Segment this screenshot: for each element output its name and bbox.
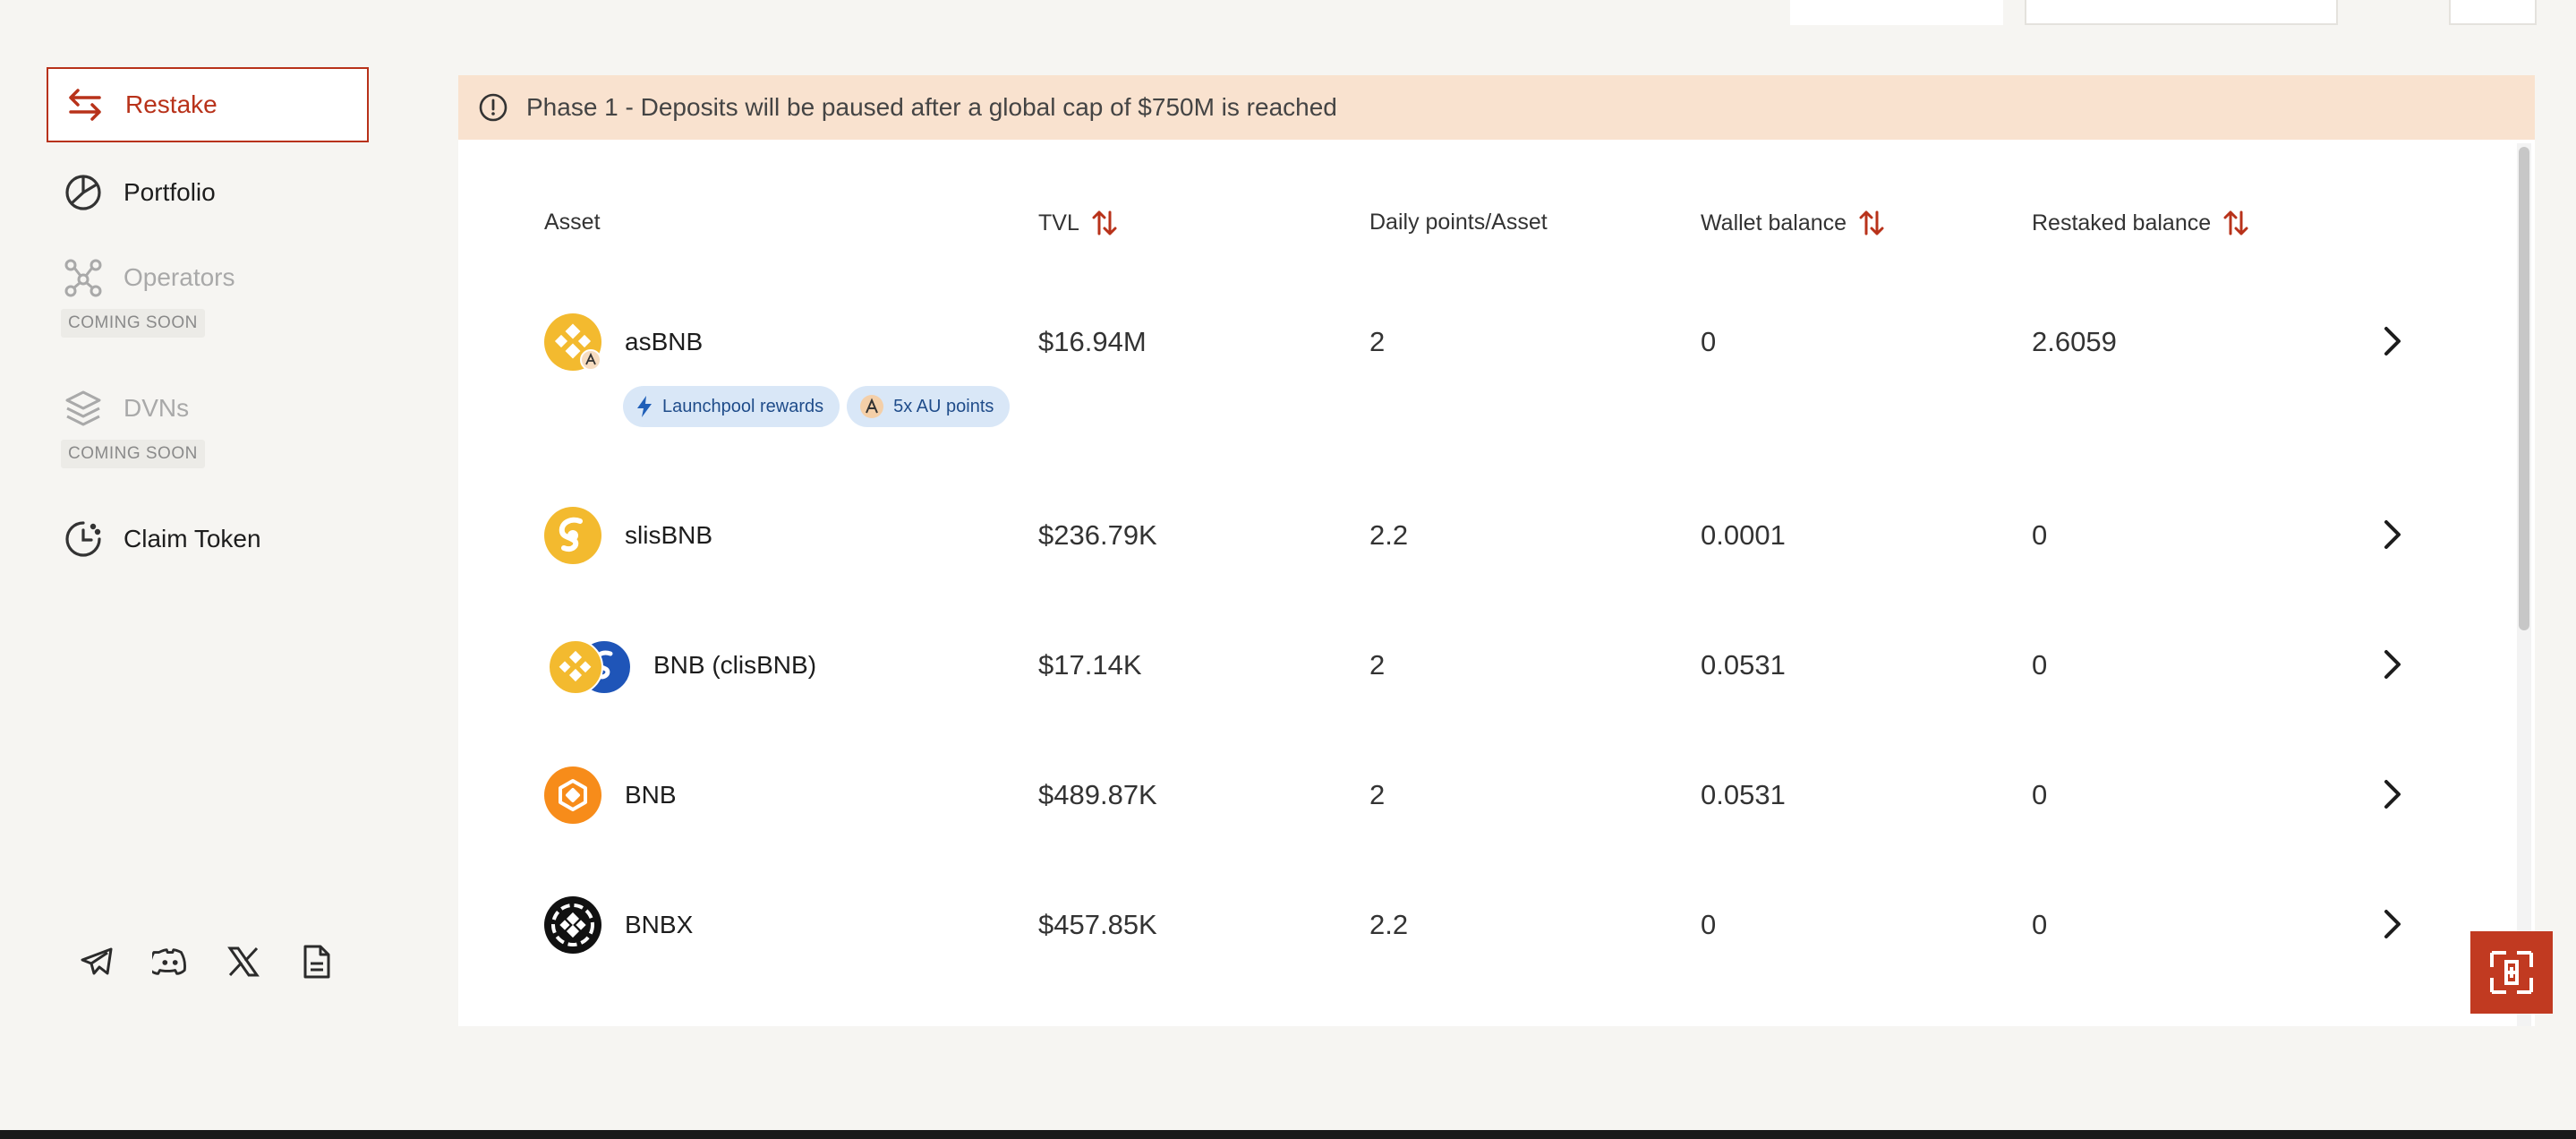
lightning-icon bbox=[637, 396, 652, 417]
table-row[interactable]: BNBX $457.85K 2.2 0 0 bbox=[458, 894, 2535, 956]
bnbx-token-icon bbox=[544, 896, 601, 954]
wallet-balance-value: 0.0001 bbox=[1701, 519, 1786, 551]
asset-name: BNB bbox=[625, 781, 677, 809]
bnb-token-icon bbox=[544, 766, 601, 824]
sidebar-item-label: DVNs bbox=[124, 394, 190, 422]
alert-circle-icon bbox=[478, 92, 508, 123]
tvl-value: $16.94M bbox=[1038, 326, 1147, 357]
sort-icon[interactable] bbox=[2223, 210, 2248, 236]
asset-name: BNBX bbox=[625, 911, 694, 938]
coming-soon-badge: COMING SOON bbox=[61, 309, 205, 338]
sort-icon[interactable] bbox=[1092, 210, 1117, 236]
document-icon[interactable] bbox=[299, 944, 335, 980]
restaked-balance-value: 0 bbox=[2032, 909, 2048, 940]
table-row[interactable]: BNB $489.87K 2 0.0531 0 bbox=[458, 764, 2535, 826]
wallet-balance-value: 0.0531 bbox=[1701, 649, 1786, 681]
header-tvl[interactable]: TVL bbox=[1038, 210, 1117, 236]
sidebar-item-label: Portfolio bbox=[124, 178, 216, 206]
daily-points-value: 2 bbox=[1369, 779, 1386, 810]
pie-chart-icon bbox=[63, 172, 104, 213]
wallet-balance-value: 0.0531 bbox=[1701, 779, 1786, 810]
sidebar: Restake Portfolio Operators COMING SOON … bbox=[0, 0, 448, 1130]
table-header: Asset TVL Daily points/Asset Wallet bala… bbox=[458, 210, 2535, 245]
daily-points-value: 2 bbox=[1369, 326, 1386, 357]
sidebar-item-label: Restake bbox=[125, 90, 218, 118]
telegram-icon[interactable] bbox=[79, 944, 115, 980]
asset-name: asBNB bbox=[625, 328, 704, 355]
daily-points-value: 2.2 bbox=[1369, 519, 1409, 551]
header-restaked-balance[interactable]: Restaked balance bbox=[2032, 210, 2248, 236]
table-row[interactable]: slisBNB $236.79K 2.2 0.0001 0 bbox=[458, 504, 2535, 567]
sidebar-item-operators: Operators bbox=[47, 240, 369, 315]
x-icon[interactable] bbox=[226, 944, 261, 980]
sidebar-item-portfolio[interactable]: Portfolio bbox=[47, 155, 369, 230]
sidebar-item-restake[interactable]: Restake bbox=[47, 67, 369, 142]
chevron-right-icon[interactable] bbox=[2383, 326, 2402, 356]
top-tab-button[interactable] bbox=[1790, 0, 2003, 25]
layers-icon bbox=[63, 388, 104, 429]
restaked-balance-value: 2.6059 bbox=[2032, 326, 2117, 357]
sort-icon[interactable] bbox=[1859, 210, 1884, 236]
tvl-value: $17.14K bbox=[1038, 649, 1142, 681]
banner-text: Phase 1 - Deposits will be paused after … bbox=[526, 93, 1337, 121]
header-daily-points: Daily points/Asset bbox=[1369, 210, 1548, 235]
swap-arrows-icon bbox=[64, 84, 106, 125]
support-chat-button[interactable] bbox=[2470, 931, 2553, 1014]
tvl-value: $457.85K bbox=[1038, 909, 1157, 940]
chevron-right-icon[interactable] bbox=[2383, 909, 2402, 939]
au-logo-icon bbox=[860, 395, 884, 418]
chevron-right-icon[interactable] bbox=[2383, 649, 2402, 680]
network-icon bbox=[63, 257, 104, 298]
claim-clock-icon bbox=[63, 518, 104, 560]
header-wallet-balance[interactable]: Wallet balance bbox=[1701, 210, 1884, 236]
table-row[interactable]: BNB (clisBNB) $17.14K 2 0.0531 0 bbox=[458, 634, 2535, 697]
restaked-balance-value: 0 bbox=[2032, 649, 2048, 681]
chevron-right-icon[interactable] bbox=[2383, 779, 2402, 809]
daily-points-value: 2.2 bbox=[1369, 909, 1409, 940]
restaked-balance-value: 0 bbox=[2032, 779, 2048, 810]
coming-soon-badge: COMING SOON bbox=[61, 440, 205, 468]
top-menu-button[interactable] bbox=[2449, 0, 2537, 25]
table-row[interactable]: asBNB $16.94M 2 0 2.6059 bbox=[458, 311, 2535, 373]
launchpool-rewards-badge: Launchpool rewards bbox=[623, 386, 840, 427]
top-search-field[interactable] bbox=[2025, 0, 2338, 25]
wallet-balance-value: 0 bbox=[1701, 326, 1717, 357]
wallet-balance-value: 0 bbox=[1701, 909, 1717, 940]
sidebar-item-label: Operators bbox=[124, 263, 235, 291]
asset-name: slisBNB bbox=[625, 521, 713, 549]
daily-points-value: 2 bbox=[1369, 649, 1386, 681]
asbnb-token-icon bbox=[544, 313, 601, 371]
slisbnb-token-icon bbox=[544, 507, 601, 564]
social-links bbox=[79, 944, 335, 980]
bnb-clisbnb-token-icon bbox=[544, 637, 632, 695]
restaked-balance-value: 0 bbox=[2032, 519, 2048, 551]
asset-badges: Launchpool rewards 5x AU points bbox=[623, 386, 1011, 427]
bottom-bar bbox=[0, 1130, 2576, 1139]
restake-assets-card: Phase 1 - Deposits will be paused after … bbox=[458, 75, 2535, 1026]
sidebar-item-label: Claim Token bbox=[124, 525, 261, 552]
discord-icon[interactable] bbox=[152, 944, 188, 980]
tvl-value: $236.79K bbox=[1038, 519, 1157, 551]
asset-name: BNB (clisBNB) bbox=[653, 651, 817, 679]
tvl-value: $489.87K bbox=[1038, 779, 1157, 810]
header-asset: Asset bbox=[544, 210, 601, 235]
chat-widget-icon bbox=[2490, 951, 2533, 994]
deposit-cap-banner: Phase 1 - Deposits will be paused after … bbox=[458, 75, 2535, 140]
au-points-badge: 5x AU points bbox=[847, 386, 1011, 427]
chevron-right-icon[interactable] bbox=[2383, 519, 2402, 550]
sidebar-item-claim-token[interactable]: Claim Token bbox=[47, 501, 369, 577]
sidebar-item-dvns: DVNs bbox=[47, 371, 369, 446]
